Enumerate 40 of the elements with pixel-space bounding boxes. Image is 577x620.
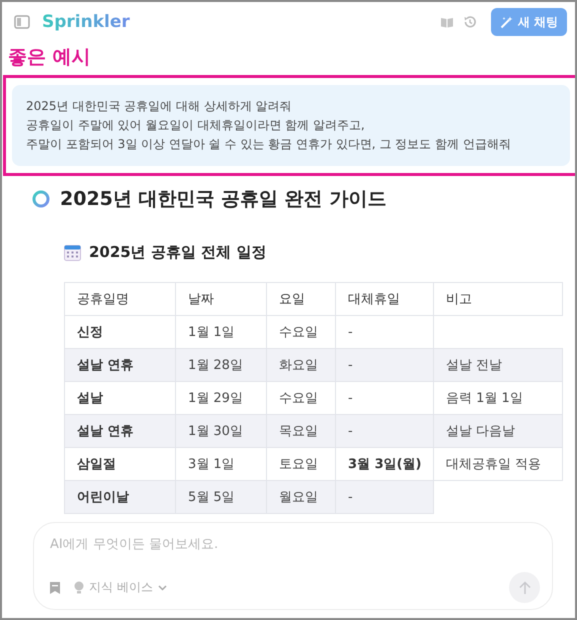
table-cell: 1월 30일	[176, 414, 266, 448]
column-header: 공휴일명	[64, 282, 176, 316]
message-line: 2025년 대한민국 공휴일에 대해 상세하게 알려줘	[26, 98, 293, 115]
table-cell: 설날 전날	[434, 348, 562, 382]
app-name: Sprinkler	[42, 12, 130, 32]
section-heading: 2025년 공휴일 전체 일정	[89, 242, 266, 262]
chevron-down-icon	[158, 584, 167, 590]
sidebar-toggle-icon[interactable]	[14, 15, 30, 29]
table-cell: -	[336, 480, 434, 514]
calendar-icon	[64, 244, 81, 260]
column-header: 날짜	[176, 282, 266, 316]
arrow-up-icon	[518, 580, 530, 594]
send-button[interactable]	[509, 572, 540, 603]
table-cell: 설날 연휴	[64, 414, 176, 448]
annotation-label: 좋은 예시	[7, 45, 92, 70]
message-line: 공휴일이 주말에 있어 월요일이 대체휴일이라면 함께 알려주고,	[26, 117, 366, 134]
table-cell: 화요일	[266, 348, 336, 382]
table-cell: 어린이날	[64, 480, 176, 514]
column-header: 비고	[434, 282, 562, 316]
magic-wand-icon	[500, 16, 513, 28]
history-icon[interactable]	[462, 15, 477, 29]
knowledge-base-button[interactable]: 지식 베이스	[74, 579, 167, 596]
bookmark-icon[interactable]	[50, 582, 60, 594]
answer-title: 2025년 대한민국 공휴일 완전 가이드	[60, 187, 386, 212]
column-header: 대체휴일	[336, 282, 434, 316]
lightbulb-icon	[74, 581, 84, 594]
loading-ring-icon	[32, 190, 50, 208]
column-header: 요일	[266, 282, 336, 316]
table-cell: 5월 5일	[176, 480, 266, 514]
table-cell: -	[336, 414, 434, 448]
table-cell: 설날 다음날	[434, 414, 562, 448]
new-chat-button[interactable]: 새 채팅	[490, 8, 567, 36]
table-cell: 월요일	[266, 480, 336, 514]
book-icon[interactable]	[440, 16, 453, 28]
table-cell: 목요일	[266, 414, 336, 448]
message-line: 주말이 포함되어 3일 이상 연달아 쉴 수 있는 황금 연휴가 있다면, 그 정보도 함께 언급해줘	[26, 136, 512, 153]
table-cell: 설날 연휴	[64, 348, 176, 382]
message-input[interactable]: AI에게 무엇이든 물어보세요.	[50, 533, 350, 556]
table-cell: 1월 28일	[176, 348, 266, 382]
table-cell: -	[336, 348, 434, 382]
